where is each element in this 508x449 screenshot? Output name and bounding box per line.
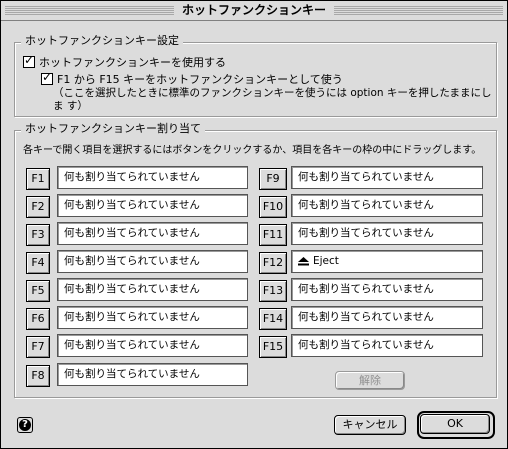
assign-group-label: ホットファンクションキー割り当て (21, 122, 205, 136)
key-slot-f6[interactable]: 何も割り当てられていません (57, 306, 248, 329)
key-slot-f15[interactable]: 何も割り当てられていません (291, 334, 483, 357)
key-slot-f4[interactable]: 何も割り当てられていません (57, 250, 248, 273)
key-button-f8[interactable]: F8 (26, 365, 50, 387)
settings-group-label: ホットファンクションキー設定 (21, 34, 183, 48)
key-slot-f12-label: Eject (313, 255, 339, 267)
f1-f15-checkbox-row[interactable]: ✓ F1 から F15 キーをホットファンクションキーとして使う (41, 70, 343, 87)
key-button-f3[interactable]: F3 (26, 224, 50, 246)
key-button-f1[interactable]: F1 (26, 168, 50, 190)
option-key-note: （ここを選択したときに標準のファンクションキーを使うには option キーを押… (53, 87, 492, 112)
key-button-f7[interactable]: F7 (26, 336, 50, 358)
key-slot-f14[interactable]: 何も割り当てられていません (291, 306, 483, 329)
key-button-f13[interactable]: F13 (259, 280, 287, 302)
help-button[interactable]: ? (17, 417, 33, 433)
key-slot-f10[interactable]: 何も割り当てられていません (291, 194, 483, 217)
ok-button-default-ring: OK (417, 411, 495, 439)
check-mark-icon: ✓ (42, 70, 53, 84)
f1-f15-checkbox[interactable]: ✓ (41, 70, 53, 85)
use-hotkeys-checkbox-row[interactable]: ✓ ホットファンクションキーを使用する (23, 53, 226, 70)
key-slot-f1[interactable]: 何も割り当てられていません (57, 166, 248, 189)
f1-f15-label: F1 から F15 キーをホットファンクションキーとして使う (57, 73, 343, 86)
key-slot-f11[interactable]: 何も割り当てられていません (291, 222, 483, 245)
ok-button[interactable]: OK (420, 414, 490, 434)
assign-instructions: 各キーで開く項目を選択するにはボタンをクリックするか、項目を各キーの枠の中にドラ… (23, 145, 482, 156)
key-button-f11[interactable]: F11 (259, 224, 287, 246)
key-button-f6[interactable]: F6 (26, 308, 50, 330)
eject-icon (298, 257, 309, 266)
key-button-f15[interactable]: F15 (259, 336, 287, 358)
window-title: ホットファンクションキー (173, 3, 335, 18)
key-button-f9[interactable]: F9 (259, 168, 287, 190)
key-button-f2[interactable]: F2 (26, 196, 50, 218)
key-slot-f3[interactable]: 何も割り当てられていません (57, 222, 248, 245)
use-hotkeys-label: ホットファンクションキーを使用する (39, 56, 226, 69)
key-slot-f12[interactable]: Eject (291, 250, 483, 273)
key-button-f14[interactable]: F14 (259, 308, 287, 330)
key-slot-f9[interactable]: 何も割り当てられていません (291, 166, 483, 189)
key-button-f4[interactable]: F4 (26, 252, 50, 274)
key-slot-f5[interactable]: 何も割り当てられていません (57, 278, 248, 301)
key-slot-f2[interactable]: 何も割り当てられていません (57, 194, 248, 217)
title-bar[interactable]: ホットファンクションキー (1, 1, 507, 21)
help-icon: ? (19, 419, 31, 431)
key-slot-f7[interactable]: 何も割り当てられていません (57, 334, 248, 357)
hot-function-key-window: ホットファンクションキー ホットファンクションキー設定 ✓ ホットファンクション… (0, 0, 508, 449)
key-slot-f8[interactable]: 何も割り当てられていません (57, 363, 248, 386)
key-button-f12[interactable]: F12 (259, 252, 287, 274)
use-hotkeys-checkbox[interactable]: ✓ (23, 53, 35, 68)
check-mark-icon: ✓ (24, 53, 35, 67)
cancel-button[interactable]: キャンセル (334, 415, 406, 435)
key-button-f10[interactable]: F10 (259, 196, 287, 218)
clear-button[interactable]: 解除 (335, 371, 405, 390)
key-button-f5[interactable]: F5 (26, 280, 50, 302)
key-slot-f13[interactable]: 何も割り当てられていません (291, 278, 483, 301)
